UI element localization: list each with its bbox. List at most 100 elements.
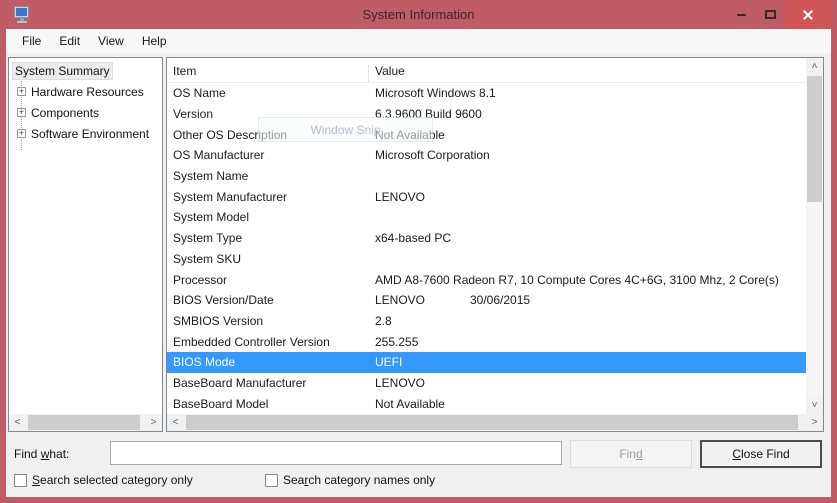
maximize-icon	[765, 10, 776, 19]
item-cell: Processor	[167, 273, 369, 287]
value-cell: AMD A8-7600 Radeon R7, 10 Compute Cores …	[369, 273, 806, 287]
value-cell: 2.8	[369, 314, 806, 328]
value-cell: 6.3.9600 Build 9600	[369, 107, 806, 121]
checkbox-icon[interactable]	[14, 474, 27, 487]
label-part: ch category names only	[308, 473, 435, 487]
close-icon	[802, 9, 814, 21]
table-row[interactable]: System ManufacturerLENOVO	[167, 186, 806, 207]
scrollbar-thumb[interactable]	[807, 76, 822, 202]
tree-item-label: System Summary	[12, 62, 113, 80]
checkbox-icon[interactable]	[265, 474, 278, 487]
table-row[interactable]: SMBIOS Version2.8	[167, 311, 806, 332]
details-horizontal-scrollbar[interactable]: ˂ ˃	[167, 414, 823, 431]
minimize-button[interactable]	[727, 0, 756, 29]
item-cell: System SKU	[167, 252, 369, 266]
window-border	[831, 29, 837, 503]
label-part: Sea	[283, 473, 304, 487]
table-row[interactable]: Embedded Controller Version255.255	[167, 331, 806, 352]
checkbox-label: Search category names only	[283, 473, 435, 487]
item-cell: BIOS Version/Date	[167, 293, 369, 307]
find-what-label: Find what:	[14, 447, 69, 461]
scroll-down-icon[interactable]: ˅	[806, 397, 823, 414]
expand-plus-icon[interactable]: +	[17, 87, 26, 96]
category-tree-pane: System Summary + Hardware Resources + Compon…	[8, 57, 163, 432]
details-pane: Item Value OS NameMicrosoft Windows 8.1V…	[166, 57, 824, 432]
close-button[interactable]	[785, 0, 831, 29]
item-cell: OS Name	[167, 86, 369, 100]
scroll-left-icon[interactable]: ˂	[167, 414, 184, 431]
item-cell: BaseBoard Model	[167, 397, 369, 411]
label-part: earch selected category only	[40, 473, 193, 487]
expand-plus-icon[interactable]: +	[17, 129, 26, 138]
minimize-icon	[737, 14, 746, 16]
window-snip-watermark: Window Snip	[258, 117, 433, 142]
value-cell: UEFI	[369, 355, 806, 369]
value-cell: Microsoft Corporation	[369, 148, 806, 162]
table-row[interactable]: BIOS ModeUEFI	[167, 352, 806, 373]
column-header-value[interactable]: Value	[369, 64, 806, 82]
menu-item-view[interactable]: View	[89, 29, 133, 53]
sidebar-item-software-environment[interactable]: + Software Environment	[9, 123, 162, 144]
value-part: LENOVO	[375, 293, 470, 307]
table-row[interactable]: ProcessorAMD A8-7600 Radeon R7, 10 Compu…	[167, 269, 806, 290]
close-find-button[interactable]: Close Find	[700, 440, 822, 468]
titlebar[interactable]: System Information	[0, 0, 837, 29]
find-what-input[interactable]	[110, 441, 562, 465]
scroll-right-icon[interactable]: ˃	[145, 414, 162, 431]
maximize-button[interactable]	[756, 0, 785, 29]
search-option-checkbox-1[interactable]: Search selected category only	[14, 473, 193, 487]
table-row[interactable]: BIOS Version/DateLENOVO30/06/2015	[167, 290, 806, 311]
table-row[interactable]: System Typex64-based PC	[167, 228, 806, 249]
search-option-checkbox-2[interactable]: Search category names only	[265, 473, 435, 487]
window-border	[0, 497, 837, 503]
value-cell: 255.255	[369, 335, 806, 349]
system-information-window: System Information FileEditViewHelp Syst…	[0, 0, 837, 503]
table-row[interactable]: System SKU	[167, 249, 806, 270]
table-row[interactable]: BaseBoard ManufacturerLENOVO	[167, 373, 806, 394]
table-row[interactable]: System Model	[167, 207, 806, 228]
item-cell: System Model	[167, 210, 369, 224]
menu-item-file[interactable]: File	[13, 29, 50, 53]
menu-bar: FileEditViewHelp	[6, 29, 831, 53]
vertical-scrollbar[interactable]: ˄ ˅	[806, 58, 823, 414]
item-cell: System Type	[167, 231, 369, 245]
scrollbar-thumb[interactable]	[186, 415, 798, 430]
item-cell: BIOS Mode	[167, 355, 369, 369]
value-cell: LENOVO30/06/2015	[369, 293, 806, 307]
menu-item-edit[interactable]: Edit	[50, 29, 89, 53]
item-cell: System Manufacturer	[167, 190, 369, 204]
tree-item-label: Hardware Resources	[31, 85, 144, 99]
table-row[interactable]: BaseBoard ModelNot Available	[167, 393, 806, 414]
value-cell: LENOVO	[369, 376, 806, 390]
tree-horizontal-scrollbar[interactable]: ˂ ˃	[9, 414, 162, 431]
scroll-left-icon[interactable]: ˂	[9, 414, 26, 431]
tree-items: System Summary + Hardware Resources + Compon…	[9, 60, 162, 414]
menu-item-help[interactable]: Help	[133, 29, 176, 53]
label-part: S	[32, 473, 40, 487]
tree-item-label: Components	[31, 106, 99, 120]
column-header-item[interactable]: Item	[167, 64, 369, 82]
window-title: System Information	[0, 0, 837, 29]
item-cell: SMBIOS Version	[167, 314, 369, 328]
expand-plus-icon[interactable]: +	[17, 108, 26, 117]
value-cell: Not Available	[369, 128, 806, 142]
table-row[interactable]: OS ManufacturerMicrosoft Corporation	[167, 145, 806, 166]
sidebar-item-components[interactable]: + Components	[9, 102, 162, 123]
table-row[interactable]: System Name	[167, 166, 806, 187]
value-cell: LENOVO	[369, 190, 806, 204]
item-cell: System Name	[167, 169, 369, 183]
find-button[interactable]: Find	[570, 440, 692, 468]
sidebar-item-hardware-resources[interactable]: + Hardware Resources	[9, 81, 162, 102]
window-controls	[727, 0, 831, 29]
value-cell: Microsoft Windows 8.1	[369, 86, 806, 100]
window-border	[0, 29, 6, 503]
sidebar-item-system-summary[interactable]: System Summary	[9, 60, 162, 81]
scrollbar-thumb[interactable]	[28, 415, 140, 430]
scroll-right-icon[interactable]: ˃	[806, 414, 823, 431]
tree-item-label: Software Environment	[31, 127, 149, 141]
scroll-up-icon[interactable]: ˄	[806, 58, 823, 75]
checkbox-row: Search selected category only Search cate…	[0, 473, 837, 493]
table-row[interactable]: OS NameMicrosoft Windows 8.1	[167, 83, 806, 104]
value-cell: x64-based PC	[369, 231, 806, 245]
checkbox-label: Search selected category only	[32, 473, 193, 487]
